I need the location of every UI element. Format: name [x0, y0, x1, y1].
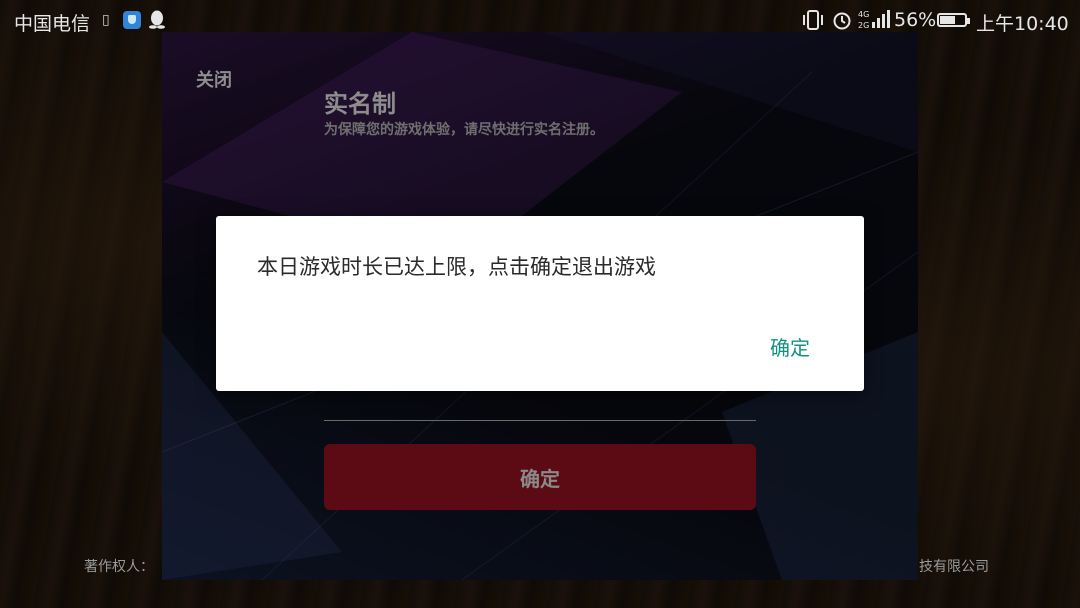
signal-4g-icon: 4G 2G [858, 10, 890, 30]
carrier-name: 中国电信 [14, 13, 91, 35]
playtime-limit-dialog: 本日游戏时长已达上限，点击确定退出游戏 确定 [216, 216, 864, 391]
qq-icon [149, 10, 165, 29]
svg-text:4G: 4G [858, 10, 869, 19]
input-underline [324, 420, 756, 421]
vibrate-icon [803, 10, 823, 30]
battery-percent: 56% [894, 9, 937, 31]
security-shield-icon [123, 11, 141, 29]
alarm-icon [833, 12, 851, 30]
panel-confirm-label: 确定 [520, 466, 560, 491]
panel-subtitle: 为保障您的游戏体验，请尽快进行实名注册。 [324, 122, 604, 138]
clock: 上午10:40 [976, 13, 1069, 35]
battery-icon [937, 13, 970, 27]
panel-confirm-button[interactable]: 确定 [324, 444, 756, 510]
copyright-owner-label: 著作权人： [84, 559, 154, 575]
dialog-message: 本日游戏时长已达上限，点击确定退出游戏 [257, 255, 656, 279]
close-button[interactable]: 关闭 [196, 66, 232, 92]
svg-text:2G: 2G [858, 21, 869, 30]
sim-card-icon: ▯ [102, 12, 110, 28]
panel-title: 实名制 [324, 90, 396, 118]
copyright-company-text: 技有限公司 [919, 559, 989, 575]
dialog-confirm-button[interactable]: 确定 [770, 332, 810, 361]
